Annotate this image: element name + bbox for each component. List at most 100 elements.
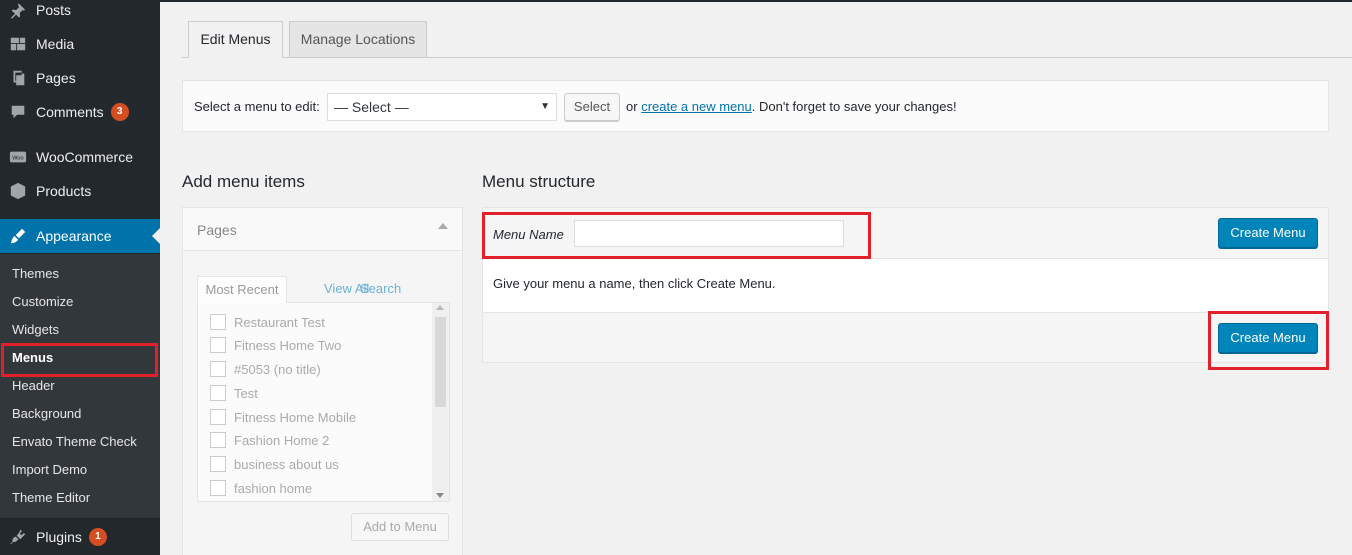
tab-divider [182,57,1352,58]
sidebar-item-appearance[interactable]: Appearance [0,219,160,253]
submenu-item-envato-theme-check[interactable]: Envato Theme Check [12,432,137,452]
add-menu-items-title: Add menu items [182,172,305,191]
list-item[interactable]: Fitness Home Two [210,336,341,354]
submenu-item-background[interactable]: Background [12,404,81,424]
pages-accordion: Pages Most Recent View All Search Restau… [182,207,463,555]
page-label: Fitness Home Two [234,337,342,353]
submenu-item-import-demo[interactable]: Import Demo [12,460,87,480]
list-item[interactable]: Test [210,384,258,402]
sidebar-item-label: WooCommerce [36,149,133,165]
menu-select-value: — Select — [334,99,409,115]
select-menu-label: Select a menu to edit: [194,99,320,114]
select-button[interactable]: Select [564,93,620,121]
tab-search[interactable]: Search [360,276,401,302]
menu-select-dropdown[interactable]: — Select — ▼ [327,93,557,121]
sidebar-item-label: Pages [36,70,76,86]
pages-accordion-header[interactable]: Pages [183,208,462,251]
svg-text:Woo: Woo [12,156,24,162]
submenu-item-widgets[interactable]: Widgets [12,320,59,340]
menu-name-label: Menu Name [493,227,564,242]
menu-name-header: Menu Name Create Menu [483,208,1328,259]
menu-structure-footer: Create Menu [483,312,1328,362]
sidebar-item-products[interactable]: Products [0,174,160,208]
list-item[interactable]: business about us [210,455,339,473]
pin-icon [8,0,28,20]
scrollbar-thumb[interactable] [435,317,446,407]
menu-structure-hint: Give your menu a name, then click Create… [493,276,776,291]
plugins-icon [8,527,28,547]
pages-icon [8,68,28,88]
create-new-menu-link[interactable]: create a new menu [641,99,752,114]
products-icon [8,181,28,201]
page-checkbox[interactable] [210,337,226,353]
menu-name-input[interactable] [574,220,844,247]
page-label: #5053 (no title) [234,361,321,377]
scroll-up-arrow-icon[interactable] [436,305,444,310]
page-label: Fashion Home 2 [234,432,330,448]
woocommerce-icon: Woo [8,147,28,167]
page-checkbox[interactable] [210,432,226,448]
page-label: fashion home [234,480,313,496]
collapse-arrow-icon[interactable] [438,223,448,229]
sidebar-item-label: Appearance [36,228,112,244]
save-reminder-text: . Don't forget to save your changes! [751,99,957,114]
menu-structure-box: Menu Name Create Menu Give your menu a n… [482,207,1329,363]
submenu-item-menus[interactable]: Menus [12,348,53,368]
tab-edit-menus[interactable]: Edit Menus [188,21,283,58]
sidebar-item-comments[interactable]: Comments 3 [0,95,160,129]
media-icon [8,34,28,54]
or-text: or [626,99,638,114]
page-checkbox[interactable] [210,480,226,496]
page-checkbox[interactable] [210,385,226,401]
tab-manage-locations[interactable]: Manage Locations [289,21,427,57]
sidebar-item-label: Posts [36,2,72,18]
create-menu-button-bottom[interactable]: Create Menu [1218,323,1318,353]
page-label: business about us [234,456,339,472]
list-item[interactable]: Restaurant Test [210,313,325,331]
sidebar-item-pages[interactable]: Pages [0,61,160,95]
appearance-submenu: Themes Customize Widgets Menus Header Ba… [0,254,160,518]
create-menu-button-top[interactable]: Create Menu [1218,218,1318,248]
list-item[interactable]: Fashion Home 2 [210,431,329,449]
pages-accordion-label: Pages [197,222,237,238]
page-label: Fitness Home Mobile [234,409,357,425]
sidebar-item-label: Media [36,36,75,52]
list-item[interactable]: Fitness Home Mobile [210,408,356,426]
page-checkbox[interactable] [210,314,226,330]
list-item[interactable]: fashion home [210,479,312,497]
pages-checklist: Restaurant Test Fitness Home Two #5053 (… [197,302,450,502]
page-checkbox[interactable] [210,456,226,472]
admin-sidebar: Posts Media Pages Comments 3 Woo WooComm… [0,0,160,555]
submenu-item-themes[interactable]: Themes [12,264,59,284]
page-checkbox[interactable] [210,361,226,377]
current-menu-arrow [152,228,160,244]
admin-bar-edge [160,0,1352,2]
comments-icon [8,102,28,122]
plugins-update-badge: 1 [88,528,107,546]
sidebar-item-label: Products [36,183,92,199]
menu-select-bar: Select a menu to edit: — Select — ▼ Sele… [182,80,1329,132]
menu-structure-title: Menu structure [482,172,596,191]
sidebar-item-plugins[interactable]: Plugins 1 [0,520,160,554]
page-checkbox[interactable] [210,409,226,425]
appearance-icon [8,226,28,246]
sidebar-item-woocommerce[interactable]: Woo WooCommerce [0,140,160,174]
sidebar-item-posts[interactable]: Posts [0,0,160,27]
scroll-down-arrow-icon[interactable] [436,493,444,498]
wp-admin-app: Posts Media Pages Comments 3 Woo WooComm… [0,0,1352,555]
submenu-item-theme-editor[interactable]: Theme Editor [12,488,90,508]
add-to-menu-button[interactable]: Add to Menu [351,513,449,541]
submenu-item-customize[interactable]: Customize [12,292,73,312]
page-label: Test [234,385,258,401]
pages-scrollbar[interactable] [432,303,449,501]
sidebar-item-label: Plugins [36,529,82,545]
select-helper-text: or create a new menu. Don't forget to sa… [626,99,957,114]
page-label: Restaurant Test [234,314,325,330]
tab-most-recent[interactable]: Most Recent [197,276,287,303]
comments-count-badge: 3 [110,103,129,121]
submenu-item-header[interactable]: Header [12,376,55,396]
list-item[interactable]: #5053 (no title) [210,360,321,378]
sidebar-item-label: Comments [36,104,104,120]
sidebar-item-media[interactable]: Media [0,27,160,61]
dropdown-caret-icon: ▼ [540,101,550,112]
